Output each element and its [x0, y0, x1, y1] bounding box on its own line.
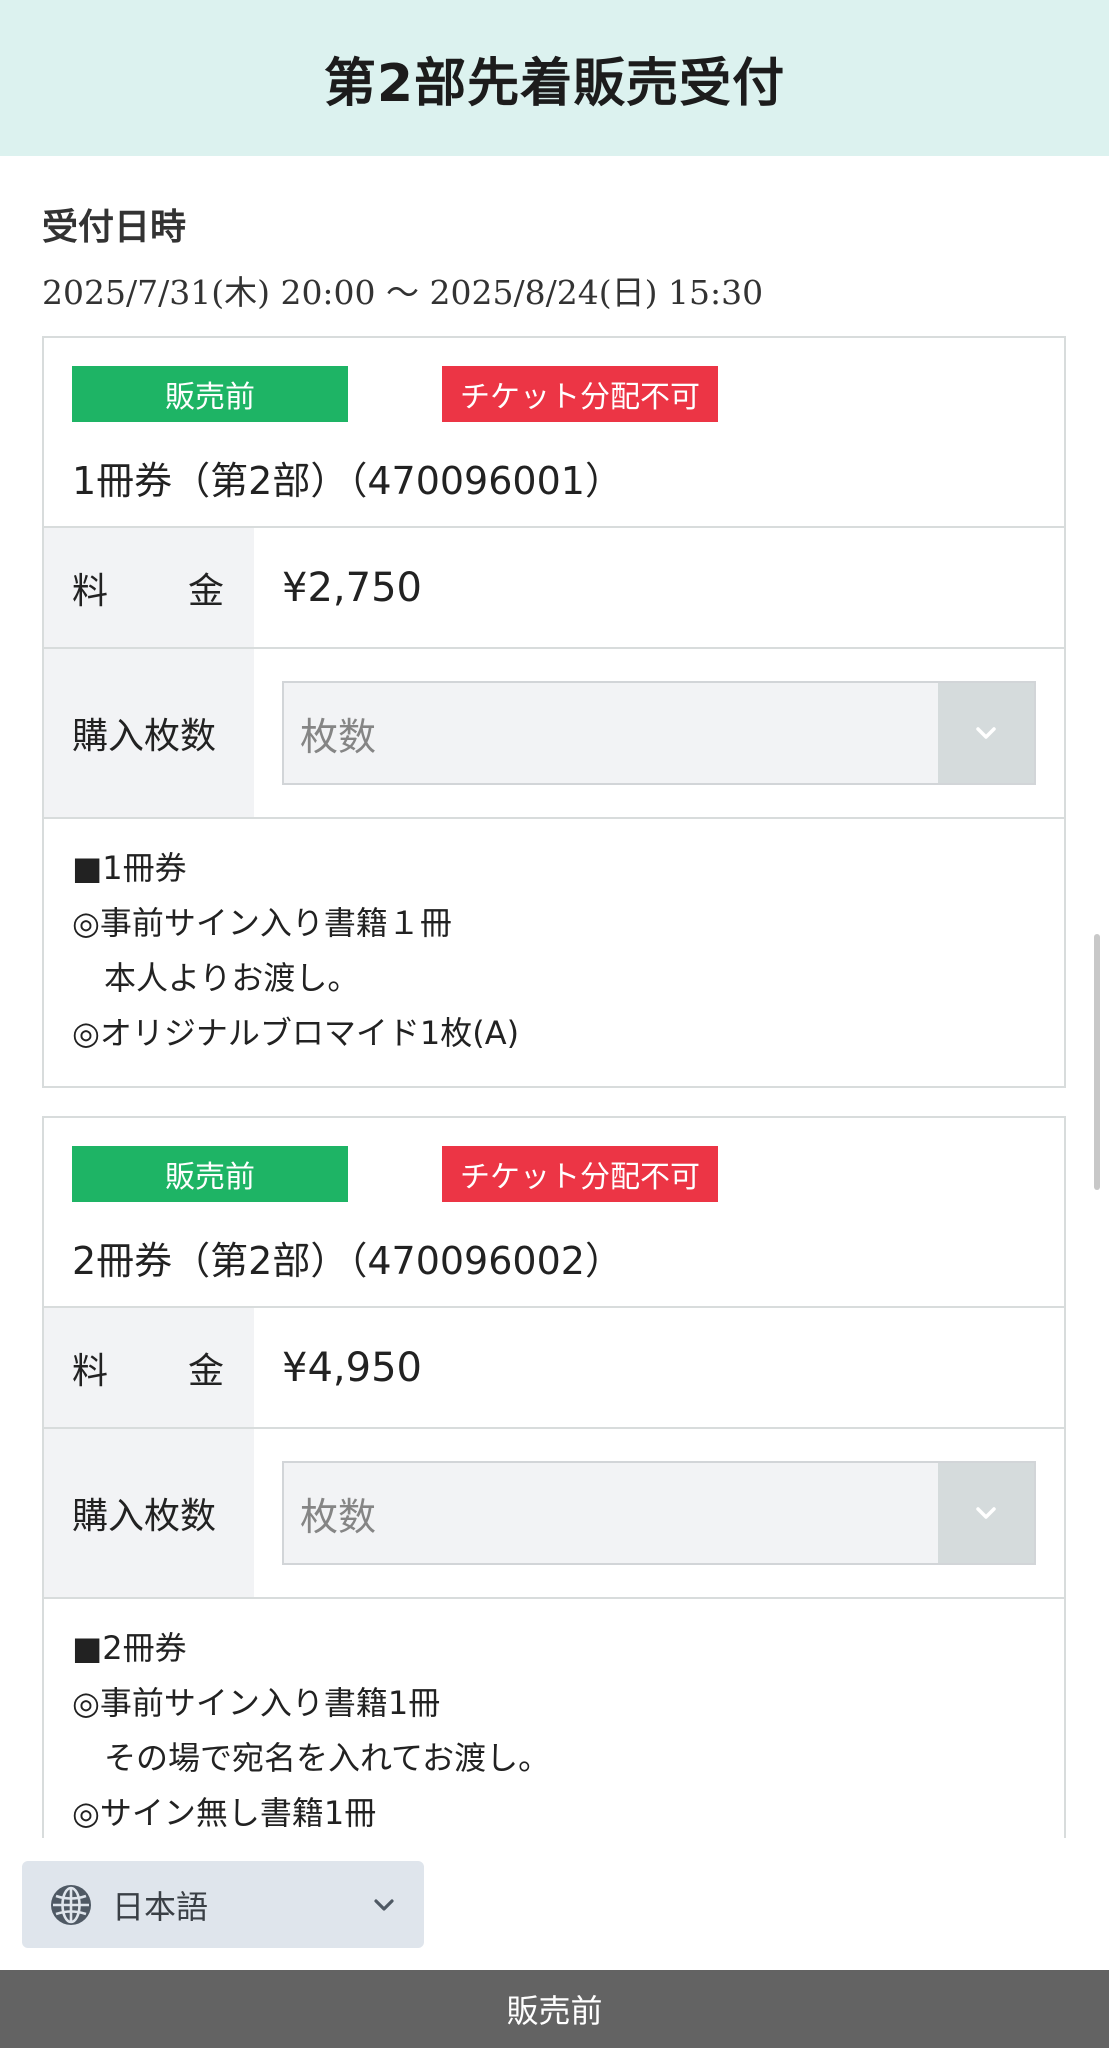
page-header: 第2部先着販売受付: [0, 0, 1109, 156]
price-row: 料 金 ¥2,750: [44, 528, 1064, 649]
description-line: その場で宛名を入れてお渡し。: [72, 1739, 551, 1777]
price-label-part: 料: [72, 1350, 109, 1392]
price-value: ¥2,750: [282, 564, 422, 611]
description-line: 本人よりお渡し。: [72, 959, 360, 997]
globe-icon: [51, 1884, 91, 1925]
price-label: 料 金: [44, 528, 254, 647]
description-line: ◎オリジナルブロマイド1枚(A): [72, 1014, 520, 1052]
quantity-select-toggle[interactable]: [938, 683, 1034, 783]
chevron-down-icon: [976, 1507, 996, 1519]
chevron-down-icon: [976, 727, 996, 739]
quantity-select[interactable]: 枚数: [282, 1461, 1036, 1565]
description-line: ◎事前サイン入り書籍1冊: [72, 1684, 441, 1722]
quantity-select[interactable]: 枚数: [282, 681, 1036, 785]
quantity-select-placeholder: 枚数: [300, 714, 377, 759]
status-badge: 販売前: [72, 366, 348, 422]
price-value: ¥4,950: [282, 1344, 422, 1391]
ticket-name: 2冊券（第2部）（470096002）: [72, 1239, 623, 1283]
footer-status-label: 販売前: [506, 1992, 603, 2030]
ticket-description: ■1冊券 ◎事前サイン入り書籍１冊 本人よりお渡し。 ◎オリジナルブロマイド1枚…: [44, 819, 1064, 1073]
quantity-row: 購入枚数 枚数: [44, 1429, 1064, 1599]
description-line: ◎サイン無し書籍1冊: [72, 1794, 377, 1832]
ticket-card: 販売前 チケット分配不可 1冊券（第2部）（470096001） 料 金 ¥2,…: [42, 336, 1066, 1088]
language-bar: 日本語: [0, 1838, 1109, 1970]
price-label-part: 金: [187, 1350, 224, 1392]
ticket-header: 販売前 チケット分配不可 1冊券（第2部）（470096001）: [44, 338, 1064, 528]
reception-dates: 2025/7/31(木) 20:00 〜 2025/8/24(日) 15:30: [42, 273, 764, 312]
ticket-name: 1冊券（第2部）（470096001）: [72, 459, 623, 503]
price-label: 料 金: [44, 1308, 254, 1427]
price-row: 料 金 ¥4,950: [44, 1308, 1064, 1429]
chevron-down-icon: [374, 1898, 394, 1911]
status-badge: 販売前: [72, 1146, 348, 1202]
footer-status-bar[interactable]: 販売前: [0, 1970, 1109, 2048]
description-line: ■1冊券: [72, 849, 187, 887]
quantity-row: 購入枚数 枚数: [44, 649, 1064, 819]
scrollbar[interactable]: [1094, 934, 1100, 1190]
price-label-part: 金: [187, 570, 224, 612]
ticket-header: 販売前 チケット分配不可 2冊券（第2部）（470096002）: [44, 1118, 1064, 1308]
language-label: 日本語: [112, 1887, 209, 1926]
page-title: 第2部先着販売受付: [323, 53, 786, 114]
quantity-select-placeholder: 枚数: [300, 1494, 377, 1539]
ticket-card: 販売前 チケット分配不可 2冊券（第2部）（470096002） 料 金 ¥4,…: [42, 1116, 1066, 1856]
quantity-select-toggle[interactable]: [938, 1463, 1034, 1563]
language-select[interactable]: 日本語: [22, 1861, 424, 1948]
distribution-alert-badge: チケット分配不可: [442, 366, 718, 422]
price-label-part: 料: [72, 570, 109, 612]
description-line: ◎事前サイン入り書籍１冊: [72, 904, 452, 942]
description-line: ■2冊券: [72, 1629, 187, 1667]
quantity-label: 購入枚数: [44, 649, 254, 817]
reception-label: 受付日時: [42, 207, 187, 248]
distribution-alert-badge: チケット分配不可: [442, 1146, 718, 1202]
quantity-label: 購入枚数: [44, 1429, 254, 1597]
ticket-description: ■2冊券 ◎事前サイン入り書籍1冊 その場で宛名を入れてお渡し。 ◎サイン無し書…: [44, 1599, 1064, 1853]
